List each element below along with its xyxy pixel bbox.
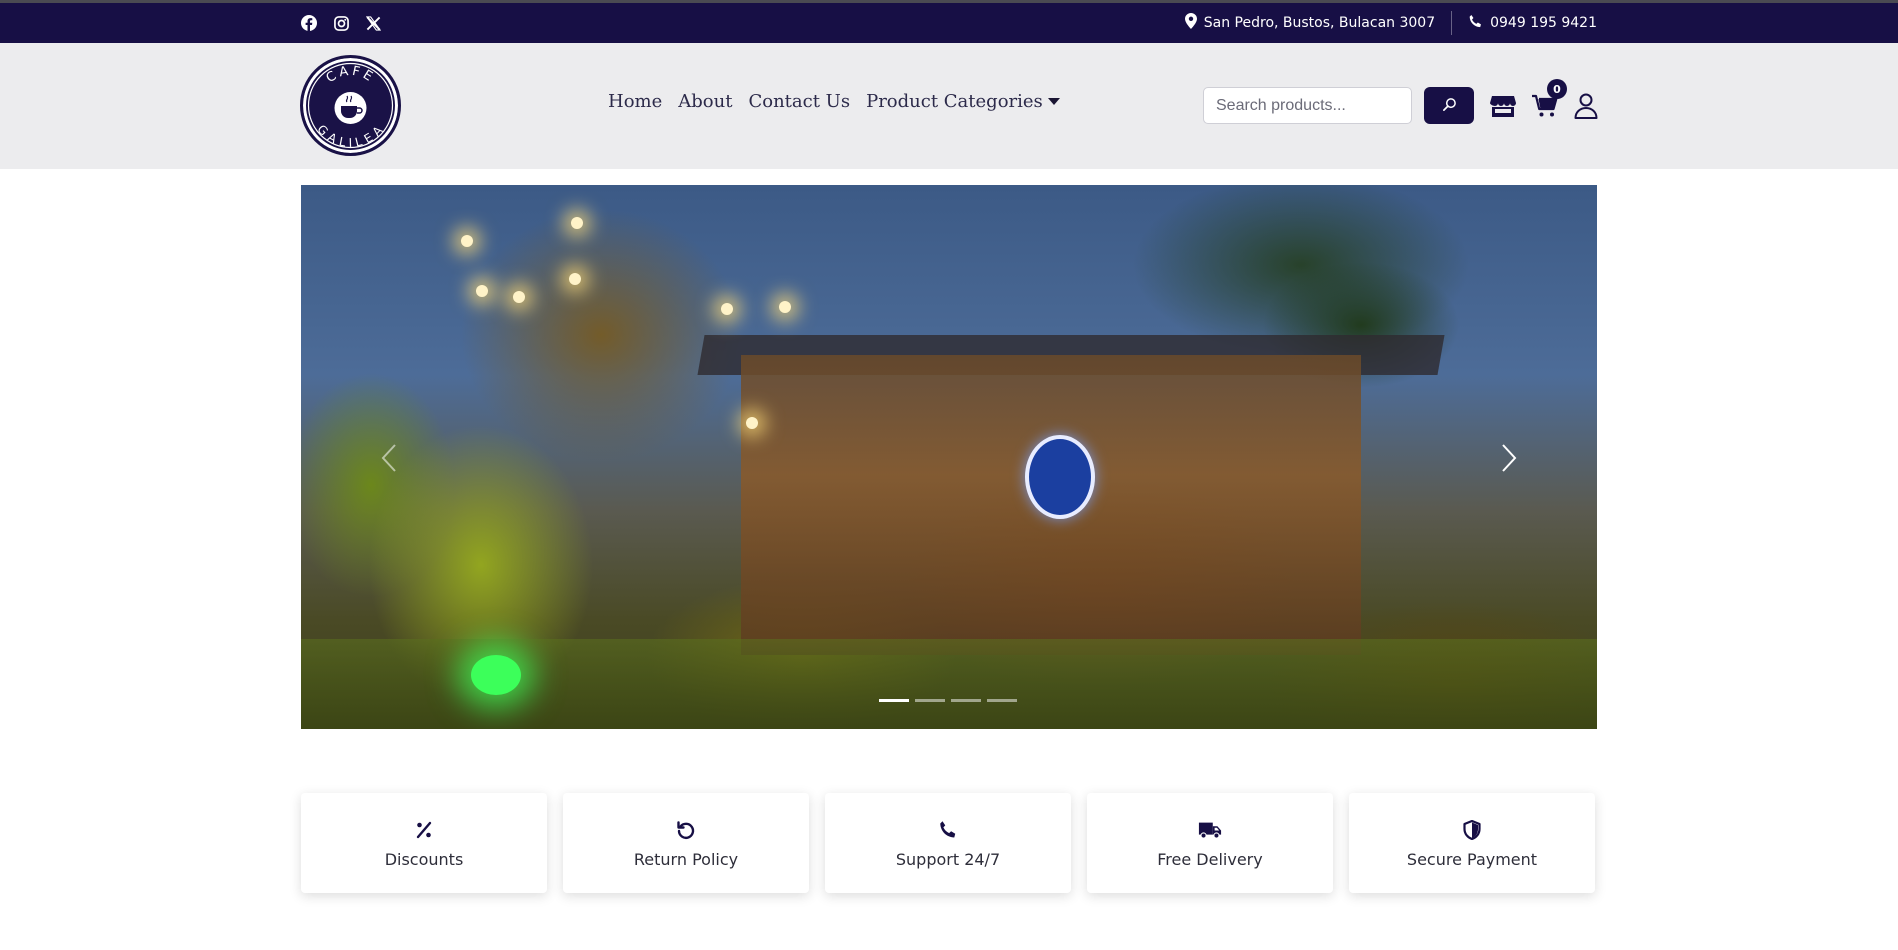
hero-image-lamp [476, 285, 488, 297]
address-text: San Pedro, Bustos, Bulacan 3007 [1203, 15, 1436, 31]
hero-image-cafe-sign [1025, 435, 1095, 519]
shield-icon [1460, 818, 1484, 842]
feature-cards: Discounts Return Policy Support 24/7 Fre… [301, 793, 1597, 893]
hero-image-lamp [461, 235, 473, 247]
hero-image-lamp [746, 417, 758, 429]
search-input[interactable] [1203, 87, 1412, 124]
feature-card-return-policy: Return Policy [563, 793, 809, 893]
hero-image-lamp [569, 273, 581, 285]
phone-icon [1468, 14, 1483, 33]
carousel-indicators [879, 699, 1017, 702]
nav-product-categories[interactable]: Product Categories [866, 91, 1060, 112]
svg-text:GALILEA: GALILEA [314, 122, 386, 150]
nav-product-categories-label: Product Categories [866, 91, 1043, 112]
hero-image-lamp [721, 303, 733, 315]
phone-icon [936, 818, 960, 842]
address-item: San Pedro, Bustos, Bulacan 3007 [1184, 13, 1436, 33]
feature-card-secure-payment: Secure Payment [1349, 793, 1595, 893]
hero-image-lamp [571, 217, 583, 229]
truck-icon [1198, 818, 1222, 842]
feature-label: Free Delivery [1157, 849, 1263, 869]
instagram-icon[interactable] [332, 14, 350, 32]
search-button[interactable] [1424, 87, 1474, 124]
carousel-next-button[interactable] [1489, 440, 1529, 480]
feature-label: Support 24/7 [895, 849, 1001, 869]
main-nav: Home About Contact Us Product Categories [608, 91, 1060, 112]
hero-image-lamp [513, 291, 525, 303]
phone-text: 0949 195 9421 [1490, 15, 1597, 31]
top-bar: San Pedro, Bustos, Bulacan 3007 0949 195… [0, 3, 1898, 43]
feature-card-discounts: Discounts [301, 793, 547, 893]
nav-contact-us[interactable]: Contact Us [748, 91, 850, 112]
contact-info: San Pedro, Bustos, Bulacan 3007 0949 195… [1184, 3, 1597, 43]
nav-home[interactable]: Home [608, 91, 662, 112]
carousel-indicator[interactable] [951, 699, 981, 702]
percent-icon [412, 818, 436, 842]
carousel-indicator[interactable] [879, 699, 909, 702]
cart-count-badge: 0 [1547, 79, 1567, 99]
cafe-galilea-logo[interactable]: CAFE GALILEA [300, 55, 401, 156]
feature-label: Secure Payment [1406, 849, 1538, 869]
carousel-indicator[interactable] [915, 699, 945, 702]
user-account-icon[interactable] [1571, 91, 1601, 121]
feature-label: Discounts [384, 849, 464, 869]
search-icon [1442, 97, 1457, 115]
map-pin-icon [1184, 13, 1197, 33]
undo-icon [674, 818, 698, 842]
facebook-icon[interactable] [300, 14, 318, 32]
feature-card-free-delivery: Free Delivery [1087, 793, 1333, 893]
carousel-prev-button[interactable] [369, 440, 409, 480]
site-header: CAFE GALILEA Home About Contact Us Produ… [0, 43, 1898, 169]
x-twitter-icon[interactable] [364, 14, 382, 32]
hero-carousel [301, 185, 1597, 729]
nav-about[interactable]: About [678, 91, 732, 112]
phone-item[interactable]: 0949 195 9421 [1468, 14, 1597, 33]
chevron-right-icon [1501, 443, 1517, 477]
chevron-left-icon [381, 443, 397, 477]
carousel-indicator[interactable] [987, 699, 1017, 702]
feature-label: Return Policy [633, 849, 739, 869]
divider [1451, 11, 1453, 35]
social-links [300, 14, 382, 32]
hero-image-green-light [471, 655, 521, 695]
store-icon[interactable] [1488, 91, 1518, 121]
svg-text:CAFE: CAFE [324, 64, 378, 87]
hero-image-lamp [779, 301, 791, 313]
feature-card-support: Support 24/7 [825, 793, 1071, 893]
caret-down-icon [1047, 98, 1060, 105]
